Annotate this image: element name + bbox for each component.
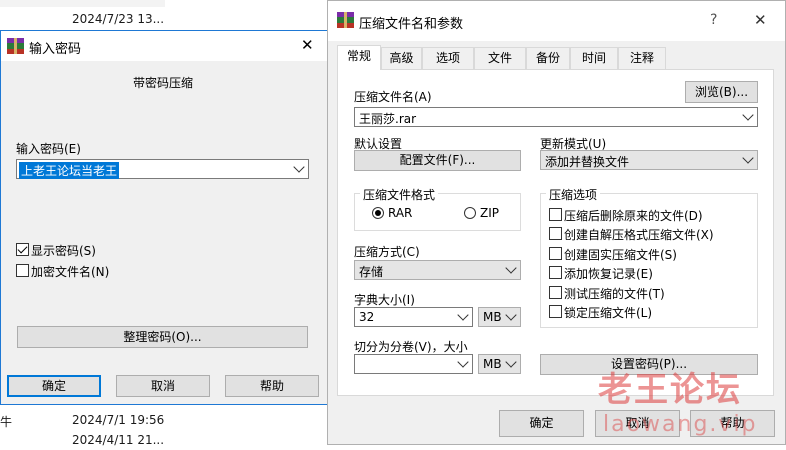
general-tab-page: 压缩文件名(A) 浏览(B)... 王丽莎.rar 默认设置 配置文件(F)..… bbox=[337, 69, 774, 396]
dictionary-unit-select[interactable]: MB bbox=[478, 307, 521, 327]
tab-advanced[interactable]: 高级 bbox=[381, 47, 422, 69]
dictionary-unit-value: MB bbox=[483, 310, 502, 324]
dictionary-size-select[interactable]: 32 bbox=[354, 307, 473, 327]
password-dialog: 输入密码 ✕ 带密码压缩 输入密码(E) 上老王论坛当老王 显示密码(S) 加密… bbox=[0, 30, 329, 405]
create-solid-label[interactable]: 创建固实压缩文件(S) bbox=[564, 246, 677, 263]
file-date: 2024/7/1 19:56 bbox=[72, 413, 165, 427]
dictionary-size-value: 32 bbox=[359, 310, 375, 324]
chevron-down-icon[interactable] bbox=[742, 109, 754, 121]
create-sfx-checkbox[interactable] bbox=[549, 227, 562, 240]
archive-name-label: 压缩文件名(A) bbox=[354, 90, 432, 104]
archive-format-label: 压缩文件格式 bbox=[360, 186, 439, 203]
show-password-checkbox[interactable] bbox=[16, 243, 29, 256]
chevron-down-icon[interactable] bbox=[293, 161, 305, 173]
help-icon[interactable]: ? bbox=[710, 12, 717, 28]
split-volumes-label: 切分为分卷(V)，大小 bbox=[354, 340, 468, 354]
password-dialog-titlebar[interactable]: 输入密码 ✕ bbox=[1, 31, 328, 61]
password-value: 上老王论坛当老王 bbox=[19, 162, 120, 179]
chevron-down-icon[interactable] bbox=[505, 309, 517, 321]
cancel-button[interactable]: 取消 bbox=[116, 375, 210, 397]
tab-time[interactable]: 时间 bbox=[570, 47, 618, 69]
archive-name-value: 王丽莎.rar bbox=[359, 112, 417, 126]
format-zip-label[interactable]: ZIP bbox=[480, 206, 499, 220]
compression-method-select[interactable]: 存储 bbox=[354, 260, 521, 280]
winrar-icon bbox=[337, 12, 354, 28]
watermark-title: 老王论坛 bbox=[598, 370, 742, 410]
update-mode-select[interactable]: 添加并替换文件 bbox=[540, 150, 758, 170]
file-date: 2024/4/11 21... bbox=[72, 433, 165, 447]
profiles-button[interactable]: 配置文件(F)... bbox=[354, 150, 521, 171]
delete-files-label[interactable]: 压缩后删除原来的文件(D) bbox=[564, 207, 703, 224]
recovery-record-checkbox[interactable] bbox=[549, 266, 562, 279]
password-input[interactable]: 上老王论坛当老王 bbox=[16, 159, 309, 179]
chevron-down-icon[interactable] bbox=[505, 356, 517, 368]
tab-general[interactable]: 常规 bbox=[337, 45, 381, 70]
format-zip-radio[interactable] bbox=[464, 207, 476, 219]
dialog-heading: 带密码压缩 bbox=[133, 76, 194, 90]
lock-archive-label[interactable]: 锁定压缩文件(L) bbox=[564, 304, 652, 321]
file-date: 2024/7/23 13... bbox=[72, 12, 165, 26]
show-password-label[interactable]: 显示密码(S) bbox=[31, 242, 96, 259]
update-mode-value: 添加并替换文件 bbox=[545, 155, 630, 169]
archive-dialog-title: 压缩文件名和参数 bbox=[359, 17, 464, 32]
encrypt-names-checkbox[interactable] bbox=[16, 264, 29, 277]
chevron-down-icon[interactable] bbox=[457, 309, 469, 321]
dictionary-size-label: 字典大小(I) bbox=[354, 293, 415, 307]
recovery-record-label[interactable]: 添加恢复记录(E) bbox=[564, 265, 653, 282]
format-rar-label[interactable]: RAR bbox=[388, 206, 412, 220]
format-rar-radio[interactable] bbox=[372, 207, 384, 219]
split-unit-select[interactable]: MB bbox=[478, 354, 521, 374]
background-header-strip bbox=[0, 0, 165, 7]
browse-button[interactable]: 浏览(B)... bbox=[685, 81, 758, 103]
archive-name-input[interactable]: 王丽莎.rar bbox=[354, 107, 758, 127]
file-name-fragment: 牛 bbox=[0, 415, 13, 429]
split-volumes-input[interactable] bbox=[354, 354, 473, 374]
ok-button[interactable]: 确定 bbox=[7, 375, 101, 397]
lock-archive-checkbox[interactable] bbox=[549, 305, 562, 318]
chevron-down-icon[interactable] bbox=[457, 356, 469, 368]
chevron-down-icon[interactable] bbox=[742, 152, 754, 164]
close-icon[interactable]: ✕ bbox=[754, 11, 767, 29]
winrar-icon bbox=[7, 38, 24, 54]
compression-method-value: 存储 bbox=[359, 265, 384, 279]
password-dialog-title: 输入密码 bbox=[29, 42, 82, 57]
tab-files[interactable]: 文件 bbox=[474, 47, 526, 69]
password-label: 输入密码(E) bbox=[16, 142, 81, 156]
create-sfx-label[interactable]: 创建自解压格式压缩文件(X) bbox=[564, 226, 714, 243]
test-files-label[interactable]: 测试压缩的文件(T) bbox=[564, 285, 665, 302]
chevron-down-icon[interactable] bbox=[505, 262, 517, 274]
tab-options[interactable]: 选项 bbox=[422, 47, 474, 69]
compression-method-label: 压缩方式(C) bbox=[354, 245, 420, 259]
encrypt-names-label[interactable]: 加密文件名(N) bbox=[31, 263, 109, 280]
ok-button[interactable]: 确定 bbox=[499, 410, 584, 437]
archive-options-label: 压缩选项 bbox=[546, 186, 601, 203]
tab-backup[interactable]: 备份 bbox=[526, 47, 570, 69]
archive-dialog-titlebar[interactable]: 压缩文件名和参数 ? ✕ bbox=[328, 1, 785, 41]
close-icon[interactable]: ✕ bbox=[301, 36, 314, 54]
split-unit-value: MB bbox=[483, 357, 502, 371]
delete-files-checkbox[interactable] bbox=[549, 208, 562, 221]
test-files-checkbox[interactable] bbox=[549, 286, 562, 299]
create-solid-checkbox[interactable] bbox=[549, 247, 562, 260]
organize-passwords-button[interactable]: 整理密码(O)... bbox=[17, 326, 308, 348]
tab-comment[interactable]: 注释 bbox=[618, 47, 666, 69]
watermark-url: laowang.vip bbox=[603, 412, 758, 437]
help-button[interactable]: 帮助 bbox=[225, 375, 319, 397]
